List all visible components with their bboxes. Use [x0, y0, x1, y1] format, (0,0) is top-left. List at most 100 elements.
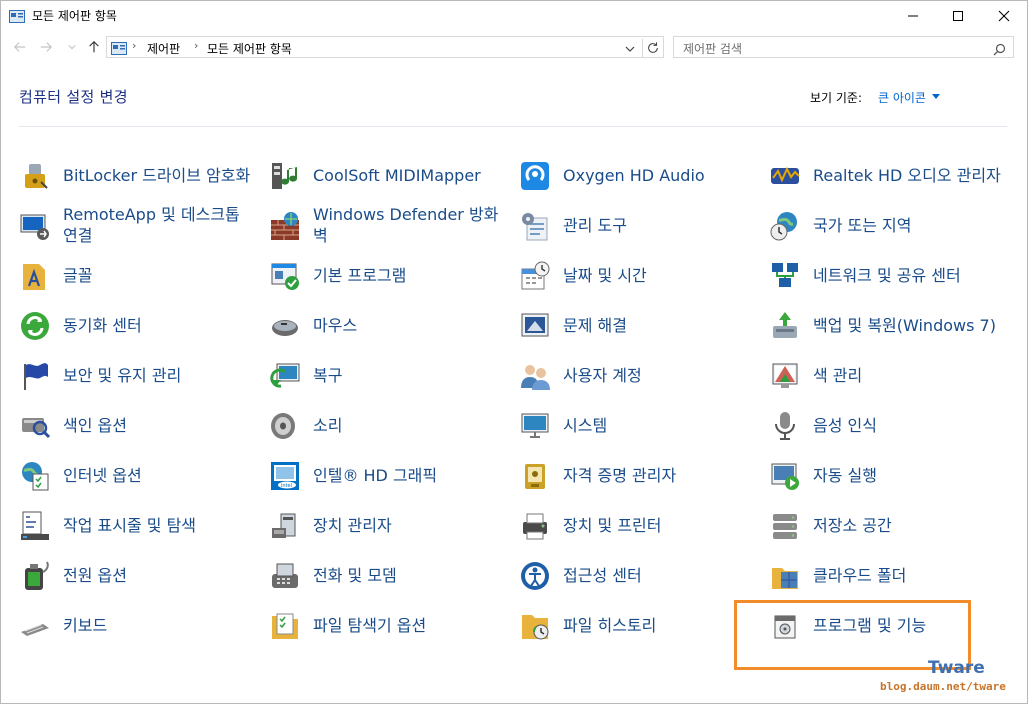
item-file-history[interactable]: 파일 히스토리: [519, 604, 759, 648]
item-label[interactable]: 사용자 계정: [563, 365, 751, 386]
item-users[interactable]: 사용자 계정: [519, 354, 759, 398]
item-label[interactable]: CoolSoft MIDIMapper: [313, 165, 501, 186]
item-label[interactable]: 색인 옵션: [63, 415, 251, 436]
item-device-manager[interactable]: 장치 관리자: [269, 504, 509, 548]
item-system[interactable]: 시스템: [519, 404, 759, 448]
item-label[interactable]: 네트워크 및 공유 센터: [813, 265, 1001, 286]
item-label[interactable]: 관리 도구: [563, 215, 751, 236]
item-internet-options[interactable]: 인터넷 옵션: [19, 454, 259, 498]
item-label[interactable]: 자동 실행: [813, 465, 1001, 486]
item-label[interactable]: Windows Defender 방화벽: [313, 204, 501, 246]
item-accessibility[interactable]: 접근성 센터: [519, 554, 759, 598]
item-backup[interactable]: 백업 및 복원(Windows 7): [769, 304, 1009, 348]
item-label[interactable]: 파일 탐색기 옵션: [313, 615, 501, 636]
breadcrumb-separator-icon[interactable]: ›: [132, 39, 136, 52]
breadcrumb-control-panel[interactable]: 제어판: [147, 40, 180, 57]
realtek-icon: [769, 160, 801, 192]
item-fonts[interactable]: 글꼴: [19, 254, 259, 298]
item-network[interactable]: 네트워크 및 공유 센터: [769, 254, 1009, 298]
item-sync[interactable]: 동기화 센터: [19, 304, 259, 348]
item-label[interactable]: 동기화 센터: [63, 315, 251, 336]
search-icon[interactable]: [993, 41, 1006, 56]
item-label[interactable]: 복구: [313, 365, 501, 386]
item-recovery[interactable]: 복구: [269, 354, 509, 398]
item-label[interactable]: 인터넷 옵션: [63, 465, 251, 486]
refresh-button[interactable]: [642, 39, 661, 57]
item-keyboard[interactable]: 키보드: [19, 604, 259, 648]
item-label[interactable]: 장치 및 프린터: [563, 515, 751, 536]
item-speaker[interactable]: 소리: [269, 404, 509, 448]
item-credential[interactable]: 자격 증명 관리자: [519, 454, 759, 498]
item-audio[interactable]: Oxygen HD Audio: [519, 154, 759, 198]
search-box[interactable]: 제어판 검색: [673, 36, 1014, 58]
item-cloud-folder[interactable]: 클라우드 폴더: [769, 554, 1009, 598]
item-label[interactable]: 보안 및 유지 관리: [63, 365, 251, 386]
item-troubleshoot[interactable]: 문제 해결: [519, 304, 759, 348]
item-intel[interactable]: intel 인텔® HD 그래픽: [269, 454, 509, 498]
item-storage[interactable]: 저장소 공간: [769, 504, 1009, 548]
item-folder-options[interactable]: 파일 탐색기 옵션: [269, 604, 509, 648]
view-by-dropdown[interactable]: 큰 아이콘: [878, 89, 926, 106]
item-taskbar[interactable]: 작업 표시줄 및 탐색: [19, 504, 259, 548]
item-admin-tools[interactable]: 관리 도구: [519, 204, 759, 248]
forward-button[interactable]: [38, 39, 54, 55]
title-bar[interactable]: 모든 제어판 항목: [0, 0, 1028, 31]
item-midimapper[interactable]: CoolSoft MIDIMapper: [269, 154, 509, 198]
item-label[interactable]: 인텔® HD 그래픽: [313, 465, 501, 486]
up-button[interactable]: [86, 39, 102, 55]
back-button[interactable]: [12, 39, 28, 55]
item-autoplay[interactable]: 자동 실행: [769, 454, 1009, 498]
item-label[interactable]: Oxygen HD Audio: [563, 165, 751, 186]
view-by-caret-icon[interactable]: [932, 94, 940, 99]
item-label[interactable]: 전원 옵션: [63, 565, 251, 586]
recent-locations-button[interactable]: [64, 39, 80, 55]
item-label[interactable]: 키보드: [63, 615, 251, 636]
item-power[interactable]: 전원 옵션: [19, 554, 259, 598]
item-phone[interactable]: 전화 및 모뎀: [269, 554, 509, 598]
item-label[interactable]: 글꼴: [63, 265, 251, 286]
item-indexing[interactable]: 색인 옵션: [19, 404, 259, 448]
item-label[interactable]: 마우스: [313, 315, 501, 336]
item-flag[interactable]: 보안 및 유지 관리: [19, 354, 259, 398]
item-realtek[interactable]: Realtek HD 오디오 관리자: [769, 154, 1009, 198]
item-label[interactable]: 음성 인식: [813, 415, 1001, 436]
item-printer[interactable]: 장치 및 프린터: [519, 504, 759, 548]
item-label[interactable]: 클라우드 폴더: [813, 565, 1001, 586]
address-dropdown-button[interactable]: [623, 41, 637, 55]
minimize-button[interactable]: [890, 0, 936, 31]
item-mouse[interactable]: 마우스: [269, 304, 509, 348]
network-icon: [769, 260, 801, 292]
item-label[interactable]: BitLocker 드라이브 암호화: [63, 165, 251, 186]
address-bar[interactable]: › 제어판 › 모든 제어판 항목: [106, 36, 664, 58]
item-color-mgmt[interactable]: 색 관리: [769, 354, 1009, 398]
item-remoteapp[interactable]: RemoteApp 및 데스크톱 연결: [19, 204, 259, 248]
item-label[interactable]: 국가 또는 지역: [813, 215, 1001, 236]
item-label[interactable]: 색 관리: [813, 365, 1001, 386]
item-label[interactable]: 소리: [313, 415, 501, 436]
item-label[interactable]: Realtek HD 오디오 관리자: [813, 165, 1001, 186]
breadcrumb-separator-icon[interactable]: ›: [194, 39, 198, 52]
item-label[interactable]: 기본 프로그램: [313, 265, 501, 286]
close-button[interactable]: [981, 0, 1027, 31]
item-label[interactable]: 자격 증명 관리자: [563, 465, 751, 486]
item-datetime[interactable]: 날짜 및 시간: [519, 254, 759, 298]
maximize-button[interactable]: [935, 0, 981, 31]
item-label[interactable]: 장치 관리자: [313, 515, 501, 536]
item-label[interactable]: RemoteApp 및 데스크톱 연결: [63, 204, 251, 246]
breadcrumb-all-items[interactable]: 모든 제어판 항목: [207, 40, 292, 57]
printer-icon: [519, 510, 551, 542]
item-microphone[interactable]: 음성 인식: [769, 404, 1009, 448]
item-firewall[interactable]: Windows Defender 방화벽: [269, 204, 509, 248]
item-label[interactable]: 백업 및 복원(Windows 7): [813, 315, 1001, 336]
item-label[interactable]: 문제 해결: [563, 315, 751, 336]
item-label[interactable]: 작업 표시줄 및 탐색: [63, 515, 251, 536]
item-label[interactable]: 시스템: [563, 415, 751, 436]
item-label[interactable]: 저장소 공간: [813, 515, 1001, 536]
item-label[interactable]: 전화 및 모뎀: [313, 565, 501, 586]
item-default-programs[interactable]: 기본 프로그램: [269, 254, 509, 298]
item-label[interactable]: 파일 히스토리: [563, 615, 751, 636]
item-bitlocker[interactable]: BitLocker 드라이브 암호화: [19, 154, 259, 198]
item-region[interactable]: 국가 또는 지역: [769, 204, 1009, 248]
item-label[interactable]: 날짜 및 시간: [563, 265, 751, 286]
item-label[interactable]: 접근성 센터: [563, 565, 751, 586]
